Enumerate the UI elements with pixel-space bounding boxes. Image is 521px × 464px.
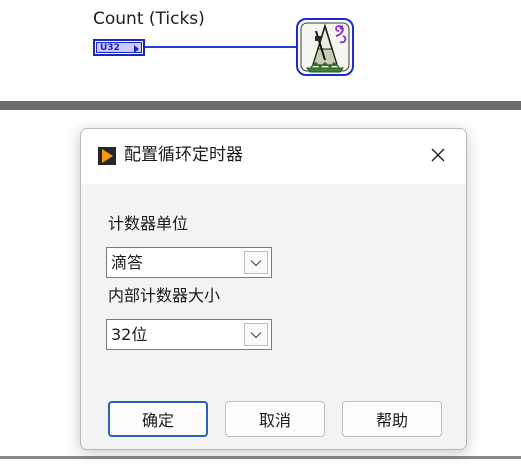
terminal-arrow-icon (134, 45, 139, 53)
ok-button[interactable]: 确定 (108, 401, 208, 437)
u32-type-label: U32 (100, 43, 120, 53)
dialog-titlebar[interactable]: 配置循环定时器 (81, 129, 466, 184)
counter-size-value: 32位 (111, 325, 148, 344)
loop-timer-node[interactable] (294, 16, 356, 78)
close-button[interactable] (420, 139, 456, 171)
metronome-timer-icon (296, 18, 354, 76)
u32-indicator-terminal[interactable]: U32 (93, 39, 145, 56)
diagram-bottom-line (0, 456, 521, 459)
counter-units-select[interactable]: 滴答 (106, 247, 272, 278)
dialog-title: 配置循环定时器 (124, 145, 243, 165)
counter-units-label: 计数器单位 (108, 214, 189, 233)
counter-units-dropdown-button[interactable] (244, 251, 268, 274)
close-icon (431, 148, 445, 162)
counter-size-dropdown-button[interactable] (244, 323, 268, 346)
wire[interactable] (145, 46, 297, 48)
help-button[interactable]: 帮助 (342, 401, 442, 437)
counter-size-select[interactable]: 32位 (106, 319, 272, 350)
counter-units-value: 滴答 (111, 253, 144, 272)
labview-play-icon (98, 147, 116, 165)
chevron-down-icon (250, 331, 262, 338)
counter-size-label: 内部计数器大小 (108, 286, 221, 305)
chevron-down-icon (250, 259, 262, 266)
count-ticks-label: Count (Ticks) (93, 9, 205, 29)
diagram-divider-bar (0, 101, 521, 110)
configure-loop-timer-dialog: 配置循环定时器 计数器单位 滴答 内部计数器大小 32位 确定 取消 帮助 (80, 128, 467, 450)
cancel-button[interactable]: 取消 (225, 401, 325, 437)
